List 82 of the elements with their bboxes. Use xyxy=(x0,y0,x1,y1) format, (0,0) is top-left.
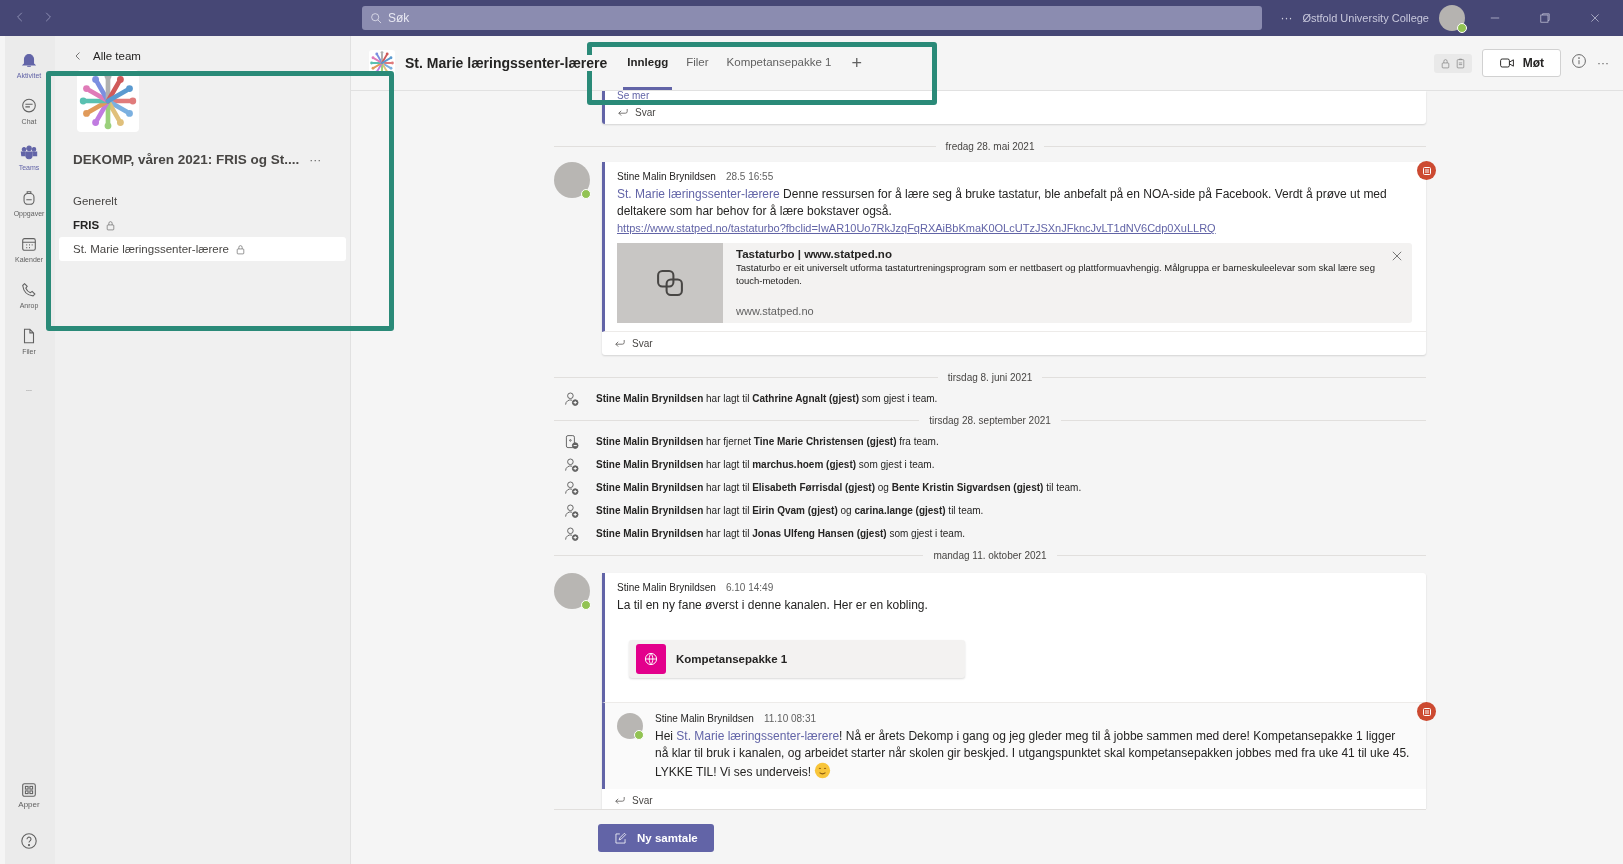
activity-text: Stine Malin Brynildsen har lagt til marchus.hoem (gjest) som gjest i team. xyxy=(596,459,935,470)
more-button[interactable]: ··· xyxy=(309,152,322,167)
help-icon xyxy=(20,832,38,850)
date-divider: tirsdag 8. juni 2021 xyxy=(947,371,1033,383)
date-divider: mandag 11. oktober 2021 xyxy=(933,549,1047,561)
meet-button[interactable]: Møt xyxy=(1481,49,1561,77)
person-add-icon xyxy=(564,525,580,542)
preview-description: Tastaturbo er eit universelt utforma tastaturtreningsprogram som er nettbasert og plattformuavhengig. Målgruppa er barneskuleelevar som skal lære seg touch-metoden. xyxy=(736,262,1376,287)
privacy-badge[interactable] xyxy=(1433,53,1472,73)
activity-text: Stine Malin Brynildsen har fjernet Tine Marie Christensen (gjest) fra team. xyxy=(596,436,939,447)
activity-text: Stine Malin Brynildsen har lagt til Cathrine Agnalt (gjest) som gjest i team. xyxy=(596,393,938,404)
add-tab-button[interactable]: + xyxy=(845,52,868,74)
preview-domain: www.statped.no xyxy=(736,305,815,317)
video-camera-icon xyxy=(1498,55,1515,71)
calendar-icon xyxy=(20,235,38,253)
all-teams-link[interactable]: Alle team xyxy=(59,46,155,66)
link-preview[interactable] xyxy=(617,243,1412,323)
see-more-link[interactable]: Se mer xyxy=(605,91,662,101)
author-name: Stine Malin Brynildsen xyxy=(655,713,754,724)
person-remove-icon xyxy=(564,433,580,450)
new-conversation-button[interactable]: Ny samtale xyxy=(598,824,714,852)
reply-button[interactable]: Svar xyxy=(602,789,665,809)
clipboard-icon xyxy=(1454,57,1466,69)
rail-item[interactable]: Apper xyxy=(5,772,53,818)
team-name: DEKOMP, våren 2021: FRIS og St.... xyxy=(73,152,300,167)
author-name: Stine Malin Brynildsen xyxy=(617,582,716,593)
close-icon xyxy=(1390,249,1404,263)
person-add-icon xyxy=(564,502,580,519)
date-divider: tirsdag 28. september 2021 xyxy=(929,414,1051,426)
person-add-icon xyxy=(564,456,580,473)
people-icon xyxy=(20,143,38,161)
timestamp: 28.5 16:55 xyxy=(725,171,774,182)
avatar[interactable] xyxy=(617,713,643,739)
reply-button[interactable]: Svar xyxy=(605,101,668,124)
reply-arrow-icon xyxy=(614,337,626,349)
notes-icon[interactable] xyxy=(1417,702,1436,721)
reply-arrow-icon xyxy=(617,106,629,118)
status-dot xyxy=(581,189,591,199)
mention-link[interactable]: St. Marie læringssenter-lærere xyxy=(617,187,780,201)
backpack-icon xyxy=(20,189,38,207)
message-text: La til en ny fane øverst i denne kanalen. Her er en kobling. xyxy=(617,597,929,614)
message-text: St. Marie læringssenter-lærere Denne ressursen for å lære seg å bruke tastatur, ble anbefalt på en NOA-side på Facebook. Verdt å prøve ut med deltakere som har behov for å lære bokstaver også. https://www.statped.no/tastaturbo?fbclid=IwAR10Uo7RkJzqFqRXAiBbKmaK0OLcUTzJSXnJFkncJvLT1dNV6Cdp0XuLLRQ xyxy=(617,186,1388,236)
avatar[interactable] xyxy=(554,162,590,198)
globe-icon xyxy=(643,651,659,667)
tab[interactable]: Kompetansepakke 1 xyxy=(722,36,836,90)
author-name: Stine Malin Brynildsen xyxy=(617,171,716,182)
person-add-icon xyxy=(564,479,580,496)
more-button[interactable]: ··· xyxy=(1280,11,1293,25)
channel-item[interactable]: Generelt xyxy=(59,189,346,213)
status-dot xyxy=(581,600,591,610)
smile-emoji-icon xyxy=(814,762,832,779)
status-dot xyxy=(634,730,644,740)
channel-item[interactable]: FRIS xyxy=(59,213,346,237)
message-text: Hei St. Marie læringssenter-lærere! Nå er årets Dekomp i gang og jeg gleder meg til å jobbe sammen med dere! Kompetansepakke 1 ligger nå klar til bruk i kanalen, og arbeidet starter når skolen gir beskjed. I utgangspunktet skal kompetansepakken jobbes med fra uke 41 til uke 45. LYKKE TIL! Vi ses underveis! xyxy=(655,728,1411,781)
profile-avatar[interactable] xyxy=(1439,5,1465,31)
reply-arrow-icon xyxy=(614,794,626,806)
organization-name: Østfold University College xyxy=(1302,12,1429,24)
tab-link-card[interactable]: Kompetansepakke 1 xyxy=(629,640,965,678)
channel-item[interactable]: St. Marie læringssenter-lærere xyxy=(59,237,346,261)
timestamp: 11.10 08:31 xyxy=(763,713,817,724)
more-button[interactable]: ··· xyxy=(1597,56,1609,70)
person-add-icon xyxy=(564,390,580,407)
chat-icon xyxy=(20,97,38,115)
search-field[interactable]: Søk xyxy=(362,6,1262,30)
apps-icon xyxy=(20,781,38,799)
preview-title: Tastaturbo | www.statped.no xyxy=(736,248,893,260)
lock-icon xyxy=(1439,57,1451,69)
activity-text: Stine Malin Brynildsen har lagt til Jonas Ulfeng Hansen (gjest) som gjest i team. xyxy=(596,528,965,539)
activity-text: Stine Malin Brynildsen har lagt til Eirin Qvam (gjest) og carina.lange (gjest) til team. xyxy=(596,505,984,516)
tab[interactable]: Filer xyxy=(682,36,713,90)
team-logo-drawing xyxy=(77,70,139,132)
timestamp: 6.10 14:49 xyxy=(725,582,774,593)
activity-text: Stine Malin Brynildsen har lagt til Elisabeth Førrisdal (gjest) og Bente Kristin Sigvardsen (gjest) til team. xyxy=(596,482,1082,493)
bell-icon xyxy=(20,51,38,69)
url-link[interactable]: https://www.statped.no/tastaturbo?fbclid=IwAR10Uo7RkJzqFqRXAiBbKmaK0OLcUTzJSXnJFkncJvLT1dNV6Cdp0XuLLRQ xyxy=(617,222,1216,234)
compose-icon xyxy=(614,831,627,845)
avatar[interactable] xyxy=(554,573,590,609)
channel-title: St. Marie læringssenter-lærere xyxy=(405,55,610,71)
notes-icon[interactable] xyxy=(1417,161,1436,180)
phone-icon xyxy=(20,281,38,299)
date-divider: fredag 28. mai 2021 xyxy=(945,140,1035,152)
reply-button[interactable]: Svar xyxy=(602,332,665,355)
